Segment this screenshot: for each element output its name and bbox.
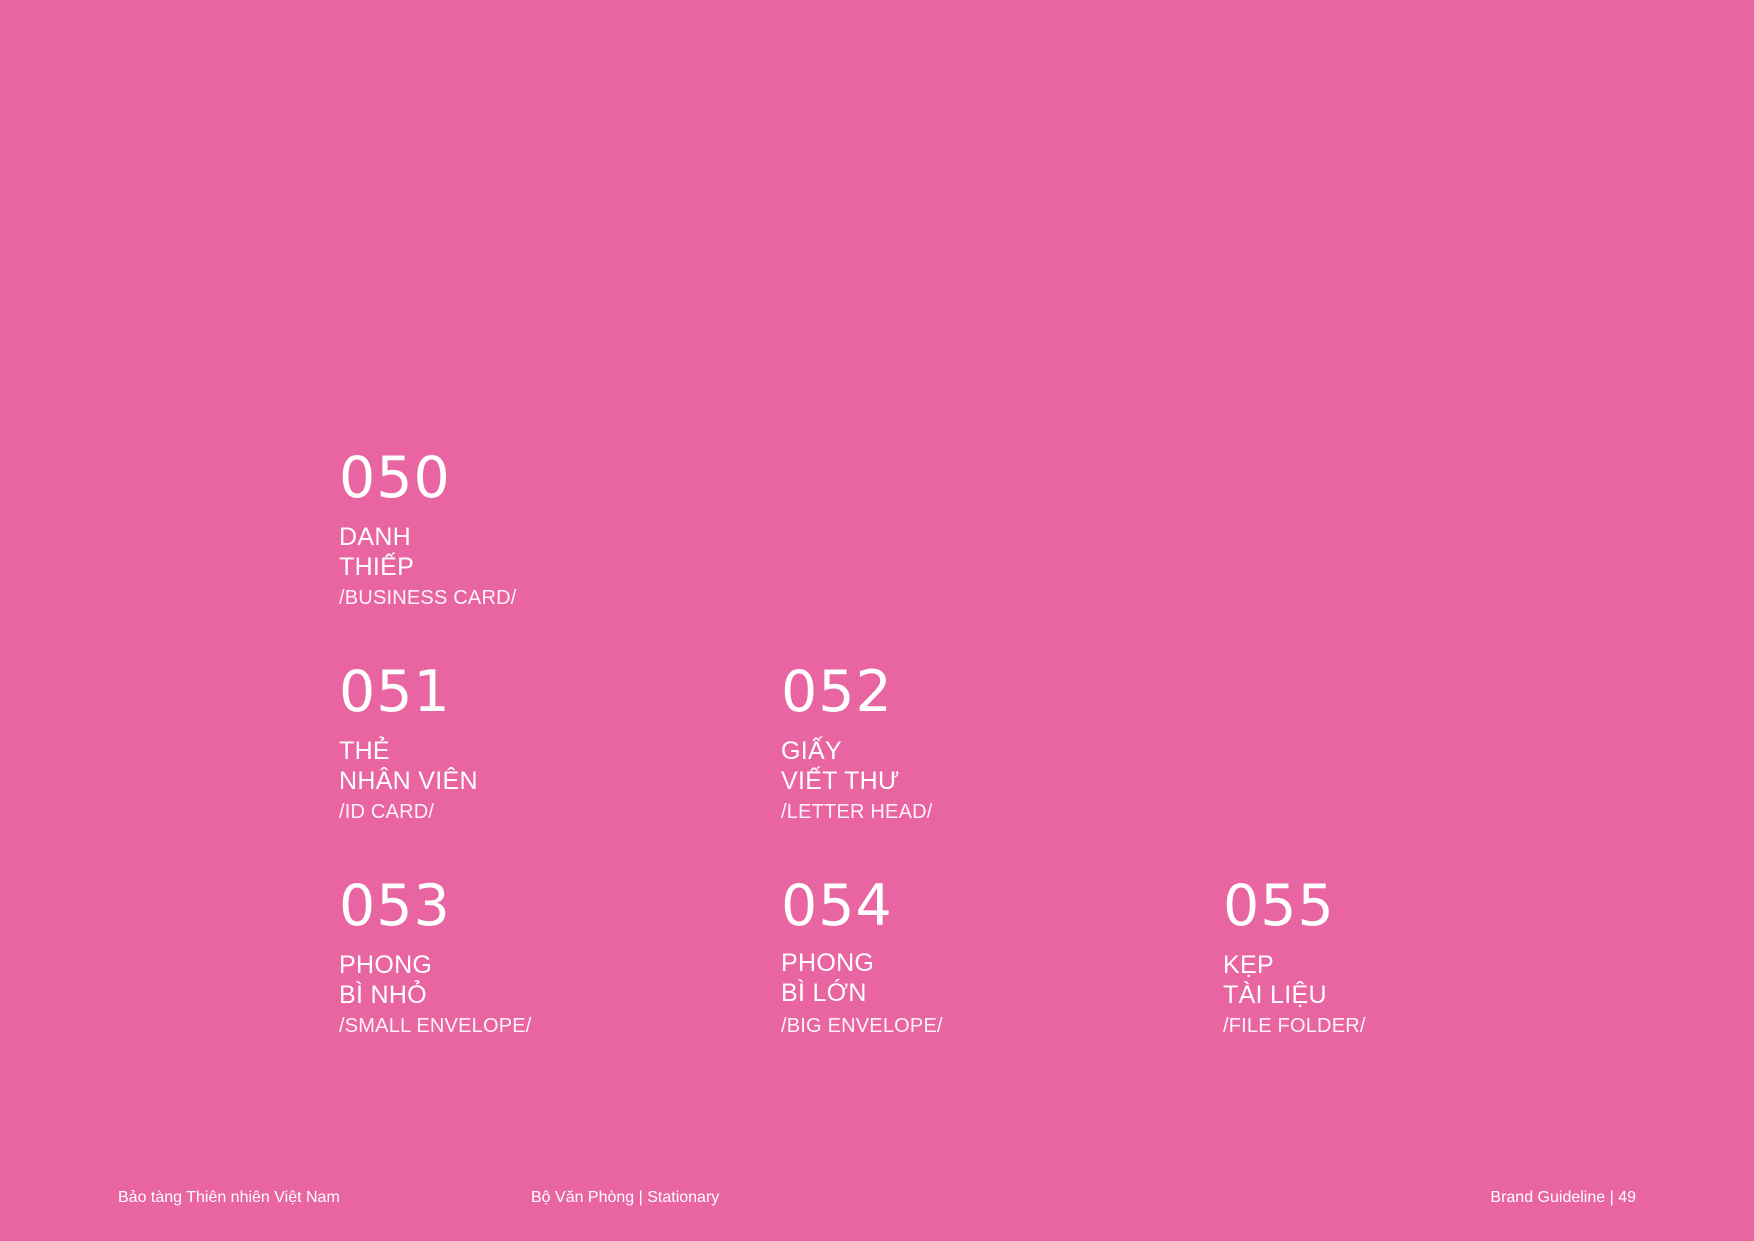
- item-title-line1: GIẤY: [781, 737, 842, 765]
- item-title: KẸP TÀI LIỆU: [1223, 950, 1623, 1010]
- item-subtitle: /ID CARD/: [339, 801, 435, 823]
- item-title-line1: THẺ: [339, 737, 390, 765]
- item-title-line2: BÌ NHỎ: [339, 981, 427, 1009]
- item-title: THẺ NHÂN VIÊN: [339, 736, 739, 796]
- item-title-line2: THIẾP: [339, 553, 415, 581]
- item-number: 050: [339, 445, 451, 511]
- footer-page-number: Brand Guideline | 49: [1490, 1189, 1636, 1206]
- item-title: GIẤY VIẾT THƯ: [781, 736, 1181, 796]
- item-subtitle: /SMALL ENVELOPE/: [339, 1015, 532, 1037]
- item-file-folder: 055 KẸP TÀI LIỆU /FILE FOLDER/: [1223, 876, 1623, 1038]
- item-title-line2: VIẾT THƯ: [781, 767, 900, 795]
- item-title-line1: PHONG: [781, 949, 875, 977]
- item-title-line2: TÀI LIỆU: [1223, 981, 1327, 1009]
- item-small-envelope: 053 PHONG BÌ NHỎ /SMALL ENVELOPE/: [339, 876, 739, 1038]
- item-subtitle: /BIG ENVELOPE/: [781, 1015, 943, 1037]
- item-number: 055: [1223, 873, 1335, 939]
- item-title: PHONG BÌ LỚN: [781, 948, 1181, 1008]
- item-subtitle: /FILE FOLDER/: [1223, 1015, 1366, 1037]
- item-big-envelope: 054 PHONG BÌ LỚN /BIG ENVELOPE/: [781, 876, 1181, 1038]
- item-title: DANH THIẾP: [339, 522, 739, 582]
- item-subtitle: /LETTER HEAD/: [781, 801, 933, 823]
- item-business-card: 050 DANH THIẾP /BUSINESS CARD/: [339, 448, 739, 610]
- item-letter-head: 052 GIẤY VIẾT THƯ /LETTER HEAD/: [781, 662, 1181, 824]
- item-number: 051: [339, 659, 451, 725]
- item-title: PHONG BÌ NHỎ: [339, 950, 739, 1010]
- item-title-line2: NHÂN VIÊN: [339, 767, 478, 795]
- item-number: 053: [339, 873, 451, 939]
- item-subtitle: /BUSINESS CARD/: [339, 587, 517, 609]
- item-number: 054: [781, 873, 893, 939]
- footer-organization: Bảo tàng Thiên nhiên Việt Nam: [118, 1189, 340, 1206]
- item-title-line1: KẸP: [1223, 951, 1274, 979]
- item-title-line1: PHONG: [339, 951, 433, 979]
- footer-section: Bộ Văn Phòng | Stationary: [531, 1189, 720, 1206]
- item-title-line1: DANH: [339, 523, 412, 551]
- item-number: 052: [781, 659, 893, 725]
- item-id-card: 051 THẺ NHÂN VIÊN /ID CARD/: [339, 662, 739, 824]
- item-title-line2: BÌ LỚN: [781, 979, 867, 1007]
